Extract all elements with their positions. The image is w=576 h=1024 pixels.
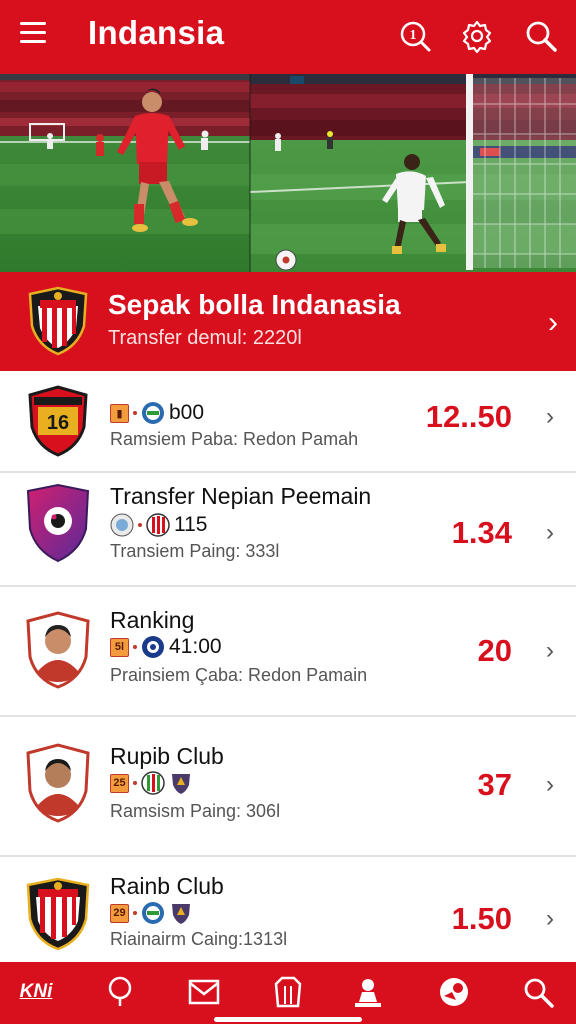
shield-icon [172, 904, 190, 924]
chevron-right-icon: › [546, 519, 554, 546]
home-indicator [214, 1017, 362, 1022]
separator-dot [133, 411, 137, 415]
svg-text:1: 1 [410, 28, 417, 43]
app-header: Indansia 1 [0, 0, 576, 74]
app-title: Indansia [88, 14, 225, 51]
featured-subtitle: Transfer demul: 2220l [108, 327, 302, 349]
item-meta: ▮ b00 [110, 401, 204, 425]
kit-icon[interactable] [270, 974, 306, 1010]
list-item[interactable]: 16 ▮ b00 Ramsiem Paba: Redon Pamah 12..5… [0, 371, 576, 473]
featured-banner[interactable]: Sepak bolla Indanasia Transfer demul: 22… [0, 272, 576, 371]
item-subtitle: Riainairm Caing:1313l [110, 929, 288, 949]
club-crest-icon [24, 877, 92, 951]
search-icon[interactable] [524, 19, 558, 53]
item-meta: 5l 41:00 [110, 635, 222, 659]
separator-dot [133, 781, 137, 785]
item-meta: 115 [110, 513, 207, 537]
bottom-navigation: KNi [0, 962, 576, 1024]
team-logo-icon [142, 636, 164, 658]
settings-icon[interactable] [460, 19, 494, 54]
item-subtitle: Ramsism Paing: 306l [110, 801, 281, 821]
featured-title: Sepak bolla Indanasia [108, 289, 401, 320]
item-subtitle: Ramsiem Paba: Redon Pamah [110, 429, 359, 449]
item-meta-text: 41:00 [169, 635, 222, 658]
crest-number: 16 [47, 412, 69, 434]
item-title: Rainb Club [110, 873, 224, 899]
club-crest-icon [26, 286, 90, 356]
ball-icon[interactable] [436, 974, 472, 1010]
chevron-right-icon: › [546, 905, 554, 932]
team-logo-icon [142, 902, 164, 924]
item-title: Rupib Club [110, 743, 224, 769]
team-logo-icon [146, 513, 170, 537]
flag-icon: ▮ [110, 403, 129, 423]
profile-icon[interactable] [350, 974, 386, 1010]
item-title: Ranking [110, 607, 195, 633]
shield-icon [172, 774, 190, 794]
app-logo: KNi [19, 981, 53, 1002]
team-logo-icon [142, 402, 164, 424]
item-title: Transfer Nepian Peemain [110, 483, 372, 509]
item-meta: 29 [110, 901, 193, 925]
mail-icon[interactable] [186, 974, 222, 1010]
item-value: 37 [477, 767, 512, 802]
search-icon[interactable] [520, 974, 556, 1010]
item-meta-text: b00 [169, 401, 205, 424]
item-meta: 25 [110, 771, 193, 795]
item-value: 1.50 [451, 901, 512, 936]
item-subtitle: Transiem Paing: 333l [110, 541, 280, 561]
list-item[interactable]: Rainb Club 29 Riainairm Caing:1313l 1.50… [0, 857, 576, 962]
chevron-right-icon: › [546, 403, 554, 430]
chevron-right-icon: › [546, 771, 554, 798]
team-logo-icon [141, 771, 165, 795]
list-item[interactable]: Transfer Nepian Peemain 115 Transiem Pai… [0, 473, 576, 587]
menu-icon[interactable] [20, 22, 48, 48]
club-crest-icon [24, 483, 92, 563]
chevron-right-icon: › [546, 637, 554, 664]
hero-image [0, 74, 576, 272]
team-logo-icon [110, 513, 134, 537]
player-avatar [24, 611, 92, 689]
player-avatar [24, 743, 92, 823]
list-item[interactable]: Rupib Club 25 Ramsism Paing: 306l 37 › [0, 717, 576, 857]
item-value: 20 [477, 633, 512, 668]
chevron-right-icon: › [548, 306, 558, 339]
item-value: 1.34 [451, 515, 512, 550]
flag-icon: 5l [110, 637, 129, 657]
flag-icon: 29 [110, 903, 129, 923]
pin-icon[interactable] [102, 974, 138, 1010]
flag-icon: 25 [110, 773, 129, 793]
separator-dot [133, 911, 137, 915]
separator-dot [133, 645, 137, 649]
info-search-icon[interactable]: 1 [398, 19, 432, 53]
item-meta-text: 115 [174, 513, 208, 536]
item-value: 12..50 [425, 399, 512, 434]
nav-home-logo[interactable]: KNi [18, 974, 54, 1010]
club-crest-icon: 16 [24, 385, 92, 457]
item-subtitle: Prainsiem Çaba: Redon Pamain [110, 665, 368, 685]
list-item[interactable]: Ranking 5l 41:00 Prainsiem Çaba: Redon P… [0, 587, 576, 717]
separator-dot [138, 523, 142, 527]
